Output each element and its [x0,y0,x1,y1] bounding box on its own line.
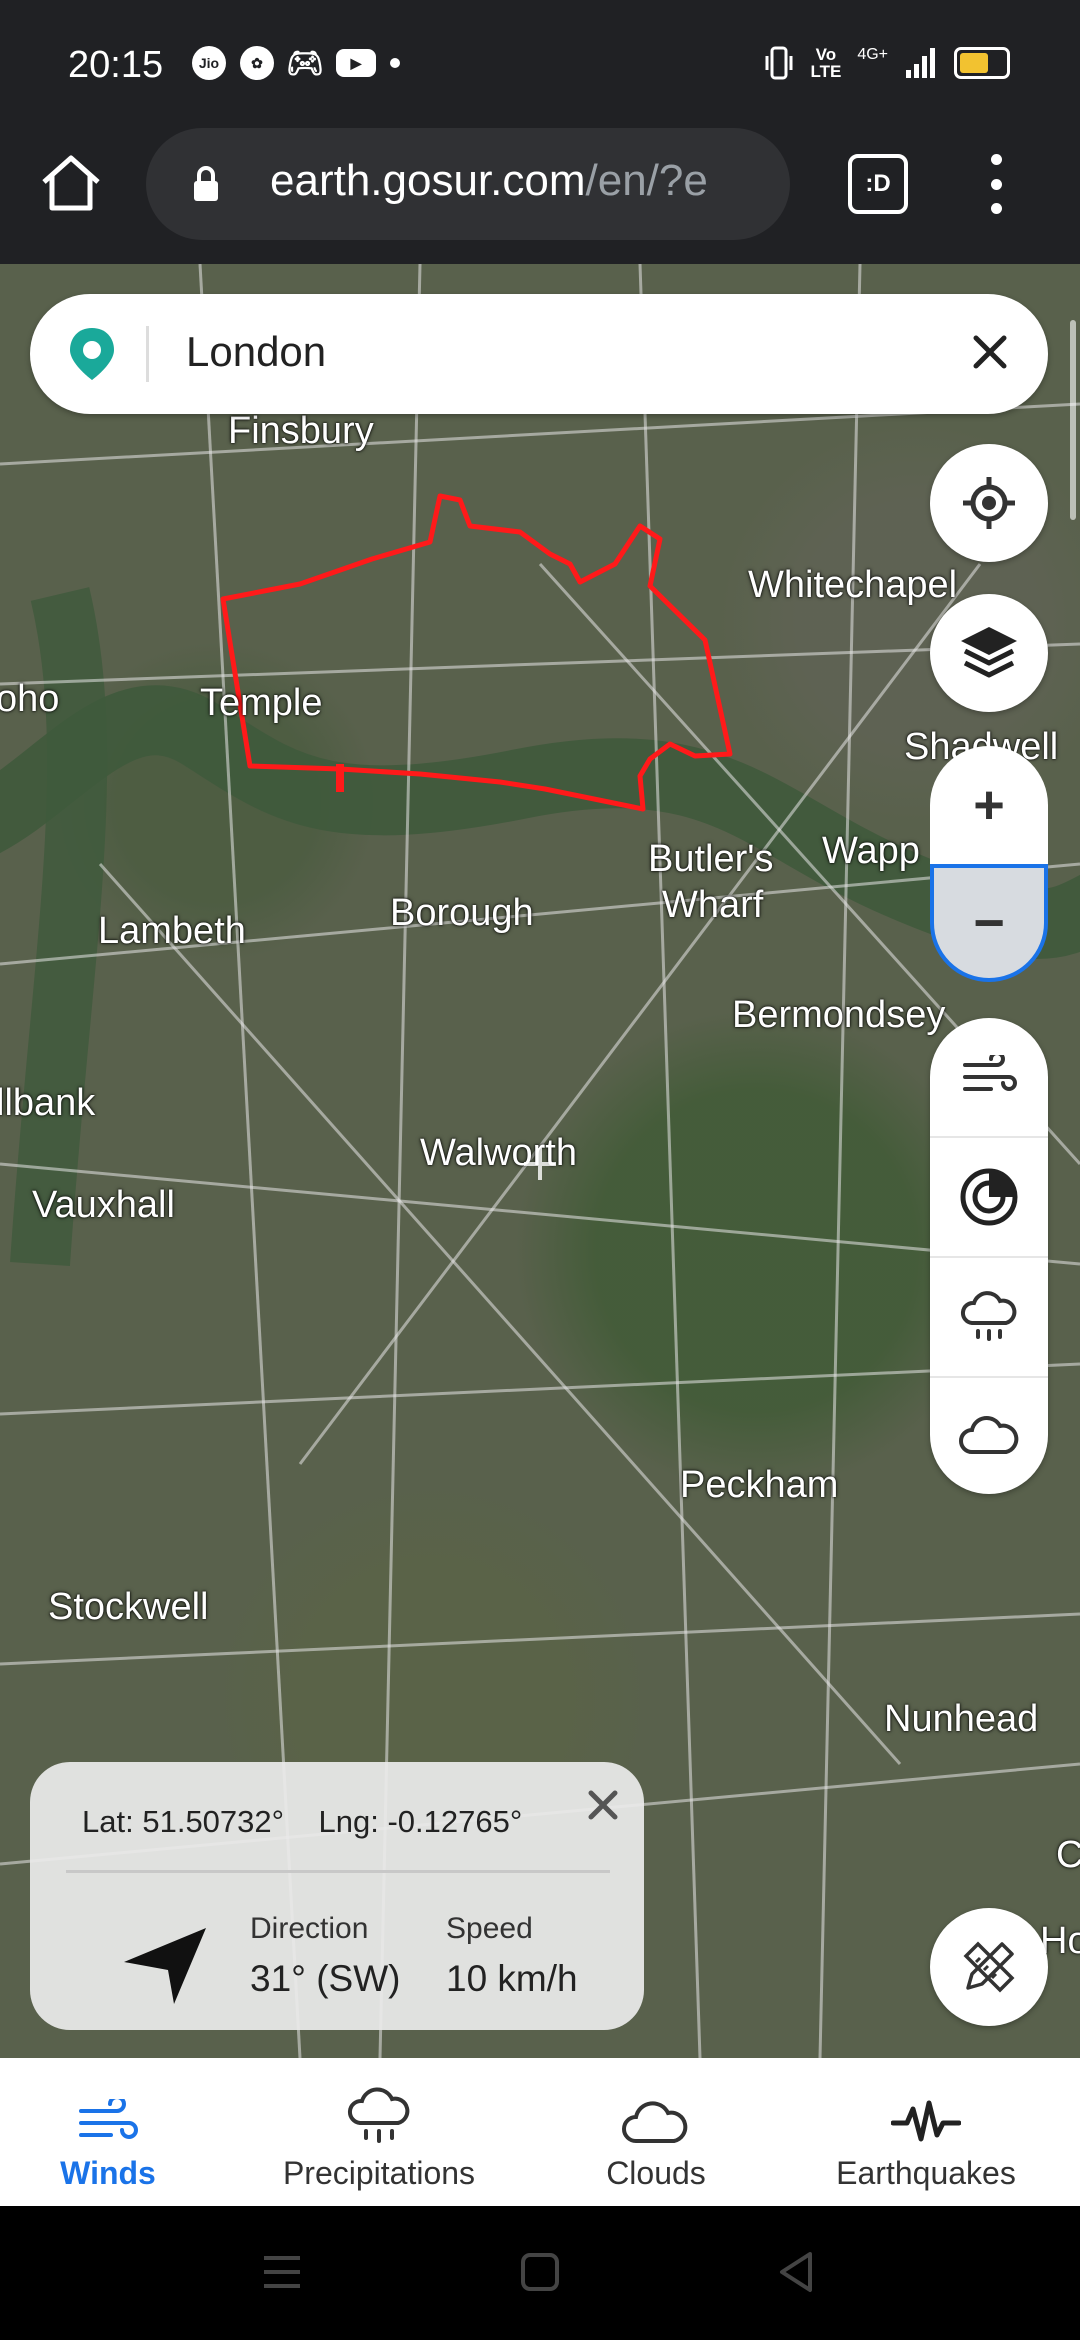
wind-icon [79,2099,138,2139]
notification-icons: Jio ✿ 🎮︎ ▶ [192,46,400,80]
overlay-layer-controls [930,1018,1048,1494]
gps-target-icon [963,477,1015,529]
layers-button[interactable] [930,594,1048,712]
cloud-icon [959,1415,1019,1454]
search-bar[interactable]: London [30,294,1048,414]
nav-precipitations[interactable]: Precipitations [256,2058,502,2206]
crosshair-icon [524,1148,556,1180]
direction-value: 31° (SW) [250,1958,401,1999]
network-type: 4G+ [857,46,888,63]
overflow-menu-icon[interactable] [978,154,1014,214]
place-label: Vauxhall [32,1184,175,1226]
place-label: Lambeth [98,910,246,952]
precipitation-layer-button[interactable] [930,1258,1048,1376]
bottom-navigation: Winds Precipitations Clouds Earthquakes [0,2058,1080,2206]
pencil-ruler-icon [963,1941,1015,1993]
place-label: C [1056,1834,1080,1876]
system-icons: Vo LTE 4G+ [764,46,1010,80]
lng-label: Lng: [318,1804,379,1839]
close-icon[interactable] [586,1788,620,1822]
zoom-in-button[interactable]: + [930,746,1048,864]
nav-earthquakes[interactable]: Earthquakes [814,2058,1038,2206]
lat-label: Lat: [82,1804,134,1839]
zoom-in-label: + [973,775,1005,835]
nav-clouds[interactable]: Clouds [576,2058,736,2206]
radar-icon [960,1168,1018,1226]
gamepad-icon: 🎮︎ [285,46,325,80]
place-label: Wharf [662,884,764,926]
signal-icon [906,48,935,78]
place-label: Wapp [822,830,920,872]
vibrate-icon [765,46,793,80]
scrollbar[interactable] [1070,320,1076,520]
status-time: 20:15 [68,44,164,86]
zoom-controls: + − [930,746,1048,986]
location-pin-icon [70,328,114,380]
search-divider [146,326,149,382]
wind-direction-arrow-icon [124,1928,206,2004]
recent-apps-icon[interactable] [262,2254,302,2290]
battery-icon [954,47,1010,79]
nav-winds[interactable]: Winds [20,2058,196,2206]
zoom-out-label: − [973,893,1005,953]
rain-cloud-icon [961,1291,1017,1341]
place-label: Finsbury [228,410,374,452]
place-label: llbank [0,1082,96,1124]
jio-icon: Jio [192,46,226,80]
home-nav-icon[interactable] [520,2252,560,2292]
dot-icon [390,58,400,68]
nav-label: Winds [60,2155,156,2191]
place-label: Bermondsey [732,994,946,1036]
place-label: Peckham [680,1464,839,1506]
close-icon[interactable] [970,332,1010,372]
place-label: Nunhead [884,1698,1039,1740]
my-location-button[interactable] [930,444,1048,562]
nav-label: Clouds [606,2155,706,2191]
seismic-wave-icon [891,2100,961,2142]
lat-value: 51.50732° [142,1804,285,1839]
youtube-icon: ▶ [336,49,376,77]
status-bar: 20:15 Jio ✿ 🎮︎ ▶ Vo LTE 4G+ [0,0,1080,128]
system-navigation-bar [0,2206,1080,2340]
speed-label: Speed [446,1912,533,1945]
place-label: Temple [200,682,323,724]
cloud-layer-button[interactable] [930,1376,1048,1494]
url-host: earth.gosur.com [270,156,586,205]
back-icon[interactable] [776,2250,816,2294]
home-icon[interactable] [38,150,104,216]
layers-icon [961,627,1017,678]
lock-icon [194,166,218,201]
nav-label: Precipitations [282,2155,476,2191]
speed-value: 10 km/h [446,1958,578,1999]
draw-tool-button[interactable] [930,1908,1048,2026]
coordinates-readout: Lat: 51.50732° Lng: -0.12765° [82,1804,522,1840]
lng-value: -0.12765° [387,1804,523,1839]
browser-toolbar: earth.gosur.com/en/?e :D [0,128,1080,264]
place-label: Stockwell [48,1586,209,1628]
zoom-out-button[interactable]: − [930,864,1048,982]
wind-info-card: Lat: 51.50732° Lng: -0.12765° Direction … [30,1762,644,2030]
tab-switcher-button[interactable]: :D [848,154,908,214]
direction-label: Direction [250,1912,369,1945]
place-label: oho [0,678,60,720]
place-label: Butler's [648,838,774,880]
url-path: /en/?e [585,156,708,205]
place-label: Borough [390,892,534,934]
settings-fan-icon: ✿ [240,46,274,80]
wind-icon [963,1055,1017,1091]
address-bar[interactable]: earth.gosur.com/en/?e [146,128,790,240]
search-input[interactable]: London [186,328,326,376]
wind-layer-button[interactable] [930,1018,1048,1136]
volte-icon: Vo LTE [810,45,842,81]
cloud-icon [622,2101,688,2143]
place-label: Whitechapel [748,564,958,606]
url-text[interactable]: earth.gosur.com/en/?e [270,156,770,206]
divider [66,1870,610,1873]
radar-layer-button[interactable] [930,1138,1048,1256]
nav-label: Earthquakes [836,2155,1016,2191]
rain-cloud-icon [347,2087,410,2143]
